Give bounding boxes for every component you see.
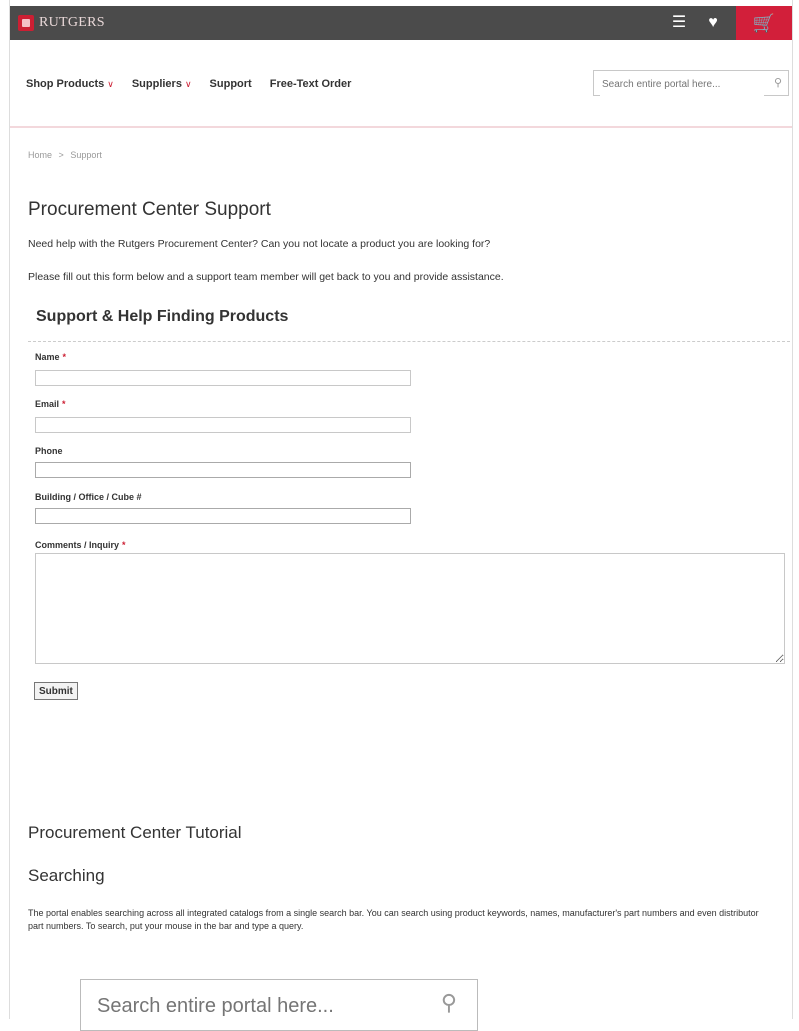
intro-text-2: Please fill out this form below and a su…	[28, 271, 504, 283]
name-label-text: Name	[35, 352, 60, 362]
search-icon[interactable]: ⚲	[441, 990, 457, 1016]
phone-label-text: Phone	[35, 446, 63, 456]
phone-label: Phone	[35, 446, 63, 456]
nav-item-label: Support	[209, 78, 252, 90]
page-frame-right	[792, 0, 793, 1019]
form-divider	[28, 341, 790, 342]
rutgers-logo[interactable]: RUTGERS	[18, 15, 105, 31]
nav-item-free-text-order[interactable]: Free-Text Order	[270, 78, 352, 90]
header-search-input[interactable]	[600, 72, 764, 96]
header-search: ⚲	[593, 70, 789, 96]
searching-title: Searching	[28, 866, 105, 885]
submit-button[interactable]: Submit	[34, 682, 78, 700]
name-field[interactable]	[35, 370, 411, 386]
tutorial-search-input[interactable]	[95, 990, 419, 1022]
chevron-down-icon: ∨	[107, 79, 114, 89]
nav-item-label: Suppliers	[131, 78, 182, 90]
nav-item-suppliers[interactable]: Suppliers ∨	[132, 78, 192, 90]
heart-icon[interactable]: ♥	[696, 6, 730, 40]
page-title: Procurement Center Support	[28, 199, 271, 220]
building-label-text: Building / Office / Cube #	[35, 492, 142, 502]
required-mark: *	[62, 352, 67, 362]
shield-icon	[18, 15, 34, 31]
cart-button[interactable]: 🛒	[736, 6, 792, 40]
cart-icon: 🛒	[752, 13, 776, 33]
header-actions: ☰ ♥ 🛒	[662, 6, 792, 40]
form-heading: Support & Help Finding Products	[36, 308, 289, 325]
tutorial-title: Procurement Center Tutorial	[28, 823, 242, 842]
nav-item-shop-products[interactable]: Shop Products ∨	[26, 78, 114, 90]
name-label: Name *	[35, 352, 66, 362]
top-bar: RUTGERS ☰ ♥ 🛒	[10, 6, 792, 40]
nav-item-label: Free-Text Order	[269, 78, 352, 90]
building-label: Building / Office / Cube #	[35, 492, 142, 502]
required-mark: *	[122, 540, 126, 550]
breadcrumb-separator: >	[58, 150, 64, 160]
email-field[interactable]	[35, 417, 411, 433]
comments-field[interactable]	[35, 553, 785, 664]
list-icon[interactable]: ☰	[662, 6, 696, 40]
comments-label-text: Comments / Inquiry	[35, 540, 120, 550]
breadcrumb: Home > Support	[28, 150, 106, 160]
search-icon[interactable]: ⚲	[774, 76, 782, 89]
building-field[interactable]	[35, 508, 411, 524]
searching-text: The portal enables searching across all …	[28, 908, 759, 931]
email-label: Email *	[35, 399, 66, 409]
phone-field[interactable]	[35, 462, 411, 478]
nav-items: Shop Products ∨ Suppliers ∨ Support Free-T…	[26, 78, 369, 90]
comments-label: Comments / Inquiry *	[35, 540, 126, 550]
email-label-text: Email	[35, 399, 60, 409]
page-frame-left	[9, 0, 10, 1019]
breadcrumb-home[interactable]: Home	[28, 150, 52, 160]
main-navigation: Shop Products ∨ Suppliers ∨ Support Free-T…	[10, 40, 792, 128]
tutorial-search-demo: ⚲	[80, 979, 478, 1031]
chevron-down-icon: ∨	[184, 79, 192, 89]
nav-item-label: Shop Products	[26, 78, 105, 90]
nav-item-support[interactable]: Support	[210, 78, 252, 90]
required-mark: *	[62, 399, 66, 409]
intro-text-1: Need help with the Rutgers Procurement C…	[28, 238, 491, 250]
breadcrumb-current: Support	[70, 150, 102, 160]
logo-text: RUTGERS	[39, 15, 105, 30]
